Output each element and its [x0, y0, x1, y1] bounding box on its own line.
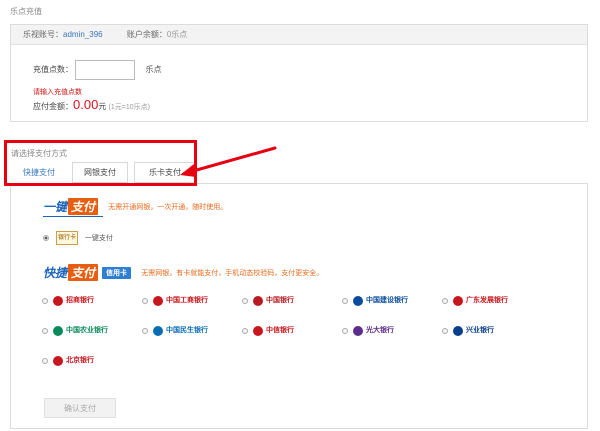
quick-header: 快捷 支付 信用卡 无需网银，有卡就能支付，手机动态校验码，支付更安全。: [43, 264, 323, 281]
bank-radio[interactable]: [242, 298, 248, 304]
bank-radio[interactable]: [342, 298, 348, 304]
error-message: 请输入充值点数: [33, 89, 82, 96]
bank-option[interactable]: 光大银行: [342, 324, 394, 338]
account-bar: 乐视账号：admin_396 账户余额：0乐点: [11, 25, 587, 45]
onekey-logo-text: 一键: [43, 200, 68, 214]
quick-logo-chip: 支付: [68, 264, 99, 281]
onekey-option[interactable]: 银行卡 一键支付: [43, 231, 113, 245]
bank-option[interactable]: 中信银行: [242, 324, 294, 338]
boc-logo-icon: [253, 296, 263, 306]
bank-name: 兴业银行: [466, 327, 494, 334]
highlight-box: [4, 140, 197, 186]
onekey-slogan: 无需开通网银，一次开通，随时使用。: [108, 204, 228, 211]
onekey-option-label: 一键支付: [84, 234, 113, 242]
bank-option[interactable]: 中国建设银行: [342, 294, 408, 308]
balance-label: 账户余额：: [126, 30, 167, 39]
bank-name: 中国民生银行: [166, 327, 208, 334]
bank-name: 光大银行: [366, 327, 394, 334]
payable-currency: 元: [98, 102, 107, 111]
bank-name: 中国农业银行: [66, 327, 108, 334]
bank-option[interactable]: 兴业银行: [442, 324, 494, 338]
onekey-radio[interactable]: [43, 235, 49, 241]
abc-logo-icon: [53, 326, 63, 336]
payable-label: 应付金额：: [33, 102, 73, 111]
bank-option[interactable]: 中国农业银行: [42, 324, 108, 338]
bank-option[interactable]: 中国银行: [242, 294, 294, 308]
cmb-logo-icon: [53, 296, 63, 306]
bank-name: 广东发展银行: [466, 297, 508, 304]
bank-radio[interactable]: [442, 328, 448, 334]
payable-row: 应付金额：0.00元 (1元=10乐点): [33, 98, 150, 115]
onekey-header: 一键 支付 无需开通网银，一次开通，随时使用。: [43, 198, 227, 217]
page-title: 乐点充值: [10, 7, 42, 16]
bank-radio[interactable]: [142, 298, 148, 304]
bank-radio[interactable]: [242, 328, 248, 334]
ccb-logo-icon: [353, 296, 363, 306]
bank-name: 中信银行: [266, 327, 294, 334]
balance-value: 0乐点: [166, 30, 188, 39]
bank-radio[interactable]: [42, 358, 48, 364]
bank-radio[interactable]: [142, 328, 148, 334]
bank-option[interactable]: 北京银行: [42, 354, 94, 368]
citic-logo-icon: [253, 326, 263, 336]
bank-radio[interactable]: [42, 298, 48, 304]
quick-slogan: 无需网银，有卡就能支付，手机动态校验码，支付更安全。: [141, 270, 324, 277]
bank-radio[interactable]: [442, 298, 448, 304]
payment-panel: 一键 支付 无需开通网银，一次开通，随时使用。 银行卡 一键支付 快捷 支付 信用卡 …: [10, 183, 588, 429]
rate-note: (1元=10乐点): [108, 104, 150, 111]
amount-row: 充值点数： 乐点: [33, 60, 161, 80]
icbc-logo-icon: [153, 296, 163, 306]
bank-name: 中国工商银行: [166, 297, 208, 304]
bank-radio[interactable]: [342, 328, 348, 334]
cmbc-logo-icon: [153, 326, 163, 336]
onekey-logo: 一键 支付: [43, 198, 99, 215]
cgb-logo-icon: [453, 296, 463, 306]
recharge-panel: 乐视账号：admin_396 账户余额：0乐点 充值点数： 乐点 请输入充值点数…: [10, 24, 588, 122]
bank-radio[interactable]: [42, 328, 48, 334]
bank-option[interactable]: 广东发展银行: [442, 294, 508, 308]
bank-name: 中国建设银行: [366, 297, 408, 304]
bank-name: 招商银行: [66, 297, 94, 304]
quick-logo-text: 快捷: [43, 266, 68, 280]
bank-card-icon: 银行卡: [55, 231, 78, 245]
quick-logo: 快捷 支付 信用卡: [43, 264, 132, 281]
bank-option[interactable]: 中国工商银行: [142, 294, 208, 308]
amount-unit: 乐点: [145, 65, 162, 75]
confirm-payment-button[interactable]: 确认支付: [44, 398, 116, 418]
account-label: 乐视账号：: [23, 30, 63, 39]
bank-option[interactable]: 招商银行: [42, 294, 94, 308]
amount-input[interactable]: [75, 60, 136, 80]
payable-amount: 0.00: [73, 97, 99, 112]
bank-name: 中国银行: [266, 297, 294, 304]
onekey-logo-chip: 支付: [68, 198, 99, 215]
cib-logo-icon: [453, 326, 463, 336]
credit-card-badge: 信用卡: [102, 267, 132, 279]
onekey-underline: [43, 216, 103, 217]
bank-option[interactable]: 中国民生银行: [142, 324, 208, 338]
ceb-logo-icon: [353, 326, 363, 336]
amount-label: 充值点数：: [33, 65, 73, 75]
account-value[interactable]: admin_396: [63, 30, 103, 39]
bank-name: 北京银行: [66, 357, 94, 364]
bob-logo-icon: [53, 356, 63, 366]
